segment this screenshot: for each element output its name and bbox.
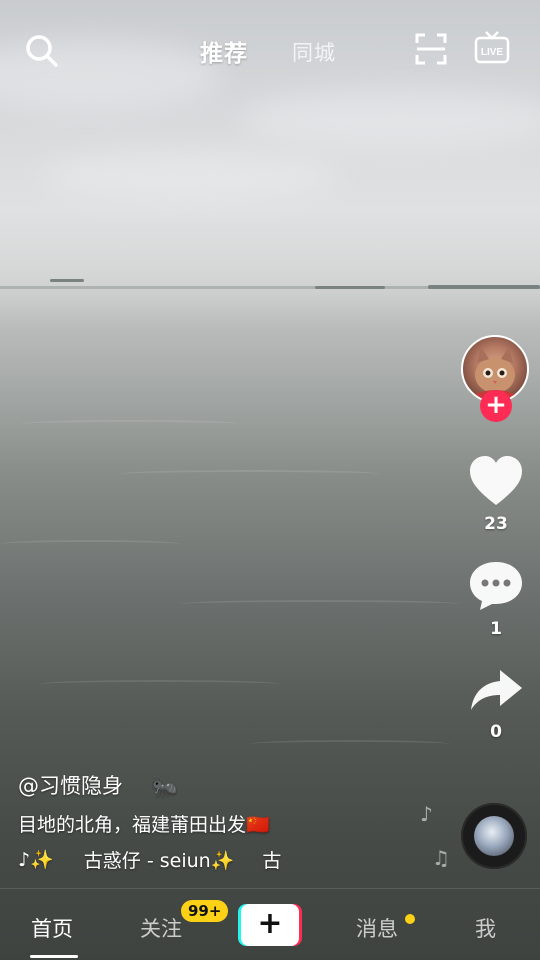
share-count: 0 bbox=[490, 722, 502, 742]
nav-me[interactable]: 我 bbox=[475, 913, 496, 943]
top-bar: 推荐 同城 LIVE bbox=[0, 0, 540, 100]
heart-icon[interactable] bbox=[468, 455, 524, 507]
like-count: 23 bbox=[484, 514, 508, 534]
distant-island bbox=[315, 286, 385, 289]
music-note-icon: ♪ bbox=[420, 802, 433, 826]
live-icon-label: LIVE bbox=[481, 47, 504, 58]
live-icon[interactable]: LIVE bbox=[474, 30, 510, 66]
video-feed-screen[interactable]: 推荐 同城 LIVE + 23 1 0 ♪ ♫ @习惯隐身 🐜 目地的北角，福建… bbox=[0, 0, 540, 960]
comment-icon[interactable] bbox=[468, 560, 524, 612]
share-icon[interactable] bbox=[468, 668, 524, 712]
nav-home-indicator bbox=[30, 955, 78, 958]
nav-following[interactable]: 关注 bbox=[140, 913, 182, 943]
comment-count: 1 bbox=[490, 619, 502, 639]
nav-home[interactable]: 首页 bbox=[31, 913, 73, 943]
music-prefix-icon: ♪✨ bbox=[18, 849, 54, 871]
author-emoji: 🐜 bbox=[151, 774, 178, 798]
water-ripple bbox=[40, 680, 280, 688]
author-name[interactable]: @习惯隐身 🐜 bbox=[18, 770, 178, 800]
author-handle[interactable]: @习惯隐身 bbox=[18, 774, 123, 798]
music-cover bbox=[474, 816, 514, 856]
nav-messages[interactable]: 消息 bbox=[356, 913, 398, 943]
music-title-next: 古 bbox=[262, 850, 282, 872]
music-marquee[interactable]: ♪✨ 古惑仔 - seiun✨ 古 bbox=[18, 846, 281, 873]
search-icon[interactable] bbox=[25, 34, 59, 68]
plus-icon: + bbox=[241, 904, 299, 946]
water-ripple bbox=[180, 600, 460, 608]
create-button[interactable]: + bbox=[238, 904, 302, 946]
distant-island bbox=[428, 285, 540, 289]
music-title: 古惑仔 - seiun✨ bbox=[83, 850, 235, 872]
sky-cloud bbox=[40, 150, 340, 200]
follow-button[interactable]: + bbox=[480, 390, 512, 422]
following-badge: 99+ bbox=[181, 900, 229, 922]
tab-recommended[interactable]: 推荐 bbox=[200, 34, 248, 68]
water-ripple bbox=[0, 540, 180, 548]
tab-local[interactable]: 同城 bbox=[292, 37, 336, 67]
bottom-nav: 首页 关注 99+ + 消息 我 bbox=[0, 888, 540, 960]
water-ripple bbox=[20, 420, 240, 428]
video-caption: 目地的北角，福建莆田出发🇨🇳 bbox=[18, 814, 270, 836]
messages-dot bbox=[405, 914, 415, 924]
distant-island bbox=[50, 279, 84, 282]
water-ripple bbox=[120, 470, 380, 478]
water-ripple bbox=[250, 740, 450, 748]
scan-icon[interactable] bbox=[414, 32, 448, 66]
music-note-icon: ♫ bbox=[432, 846, 450, 870]
